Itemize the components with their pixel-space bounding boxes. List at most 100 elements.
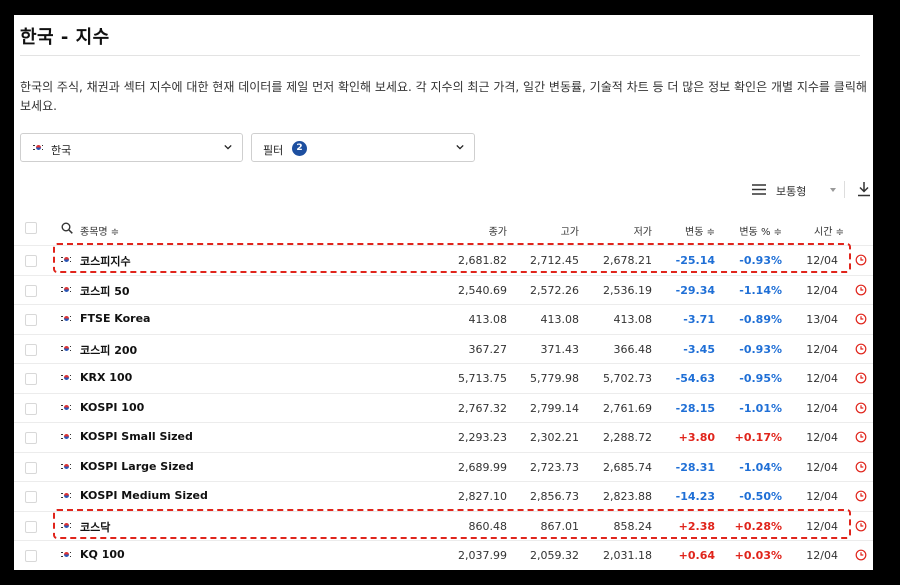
index-name-link[interactable]: 코스닥 bbox=[80, 519, 110, 535]
cell-time: 12/04 bbox=[806, 490, 838, 503]
row-checkbox[interactable] bbox=[25, 461, 37, 474]
index-name-link[interactable]: KOSPI 100 bbox=[80, 401, 144, 414]
cell-time: 12/04 bbox=[806, 254, 838, 267]
cell-close: 2,293.23 bbox=[458, 431, 507, 444]
header-time[interactable]: 시간 ≑ bbox=[790, 223, 844, 238]
cell-change-pct: -1.14% bbox=[739, 283, 782, 297]
table-row[interactable]: KOSPI 100 2,767.32 2,799.14 2,761.69 -28… bbox=[14, 392, 873, 423]
cell-low: 2,761.69 bbox=[603, 401, 652, 415]
table-row[interactable]: 코스닥 860.48 867.01 858.24 +2.38 +0.28% 12… bbox=[14, 510, 873, 541]
download-icon[interactable] bbox=[857, 181, 871, 197]
title-divider bbox=[20, 55, 860, 56]
cell-change: -3.45 bbox=[683, 342, 715, 356]
row-checkbox[interactable] bbox=[25, 284, 37, 297]
select-all-checkbox[interactable] bbox=[25, 222, 37, 234]
header-low[interactable]: 저가 bbox=[580, 223, 652, 238]
row-checkbox[interactable] bbox=[25, 255, 37, 267]
cell-change: -54.63 bbox=[675, 372, 715, 385]
row-checkbox[interactable] bbox=[25, 550, 37, 562]
cell-change: +3.80 bbox=[678, 431, 715, 444]
caret-down-icon bbox=[830, 188, 836, 192]
index-name-link[interactable]: 코스피 50 bbox=[80, 283, 130, 299]
table-row[interactable]: KRX 100 5,713.75 5,779.98 5,702.73 -54.6… bbox=[14, 363, 873, 393]
header-change-pct[interactable]: 변동 % ≑ bbox=[717, 223, 782, 238]
korea-flag-icon bbox=[61, 492, 71, 500]
table-row[interactable]: KOSPI Medium Sized 2,827.10 2,856.73 2,8… bbox=[14, 481, 873, 511]
cell-change: -28.31 bbox=[675, 460, 715, 474]
index-name-link[interactable]: KOSPI Large Sized bbox=[80, 460, 194, 473]
cell-close: 2,540.69 bbox=[458, 283, 507, 297]
header-name[interactable]: 종목명 ≑ bbox=[80, 223, 119, 238]
cell-close: 2,037.99 bbox=[458, 549, 507, 562]
korea-flag-icon bbox=[33, 144, 43, 152]
row-checkbox[interactable] bbox=[25, 343, 37, 356]
cell-low: 2,678.21 bbox=[603, 254, 652, 267]
header-close[interactable]: 종가 bbox=[434, 223, 507, 238]
country-select-label: 한국 bbox=[51, 144, 72, 157]
cell-time: 12/04 bbox=[806, 431, 838, 444]
table-row[interactable]: FTSE Korea 413.08 413.08 413.08 -3.71 -0… bbox=[14, 304, 873, 334]
clock-icon bbox=[855, 461, 867, 472]
index-name-link[interactable]: KRX 100 bbox=[80, 371, 132, 384]
index-name-link[interactable]: 코스피지수 bbox=[80, 253, 131, 269]
clock-icon bbox=[855, 520, 867, 531]
row-checkbox[interactable] bbox=[25, 314, 37, 326]
cell-change: -3.71 bbox=[683, 313, 715, 326]
table-row[interactable]: 코스피 200 367.27 371.43 366.48 -3.45 -0.93… bbox=[14, 333, 873, 364]
search-icon[interactable] bbox=[61, 222, 73, 234]
clock-icon bbox=[855, 343, 867, 354]
cell-time: 12/04 bbox=[806, 342, 838, 356]
cell-high: 413.08 bbox=[540, 313, 580, 326]
cell-change: -28.15 bbox=[675, 401, 715, 415]
country-select[interactable]: 한국 bbox=[20, 133, 243, 162]
cell-change-pct: -0.89% bbox=[739, 313, 782, 326]
cell-change-pct: -0.93% bbox=[739, 342, 782, 356]
cell-change-pct: -0.50% bbox=[739, 490, 782, 503]
cell-high: 5,779.98 bbox=[530, 372, 579, 385]
toolbar-divider bbox=[844, 181, 845, 198]
row-checkbox[interactable] bbox=[25, 491, 37, 503]
index-name-link[interactable]: KOSPI Small Sized bbox=[80, 430, 193, 443]
clock-icon bbox=[855, 490, 867, 502]
korea-flag-icon bbox=[61, 433, 71, 441]
header-change[interactable]: 변동 ≑ bbox=[654, 223, 715, 238]
cell-change: -29.34 bbox=[675, 283, 715, 297]
cell-low: 2,288.72 bbox=[603, 431, 652, 444]
cell-change-pct: +0.28% bbox=[734, 519, 782, 533]
index-name-link[interactable]: FTSE Korea bbox=[80, 312, 150, 325]
cell-low: 2,536.19 bbox=[603, 283, 652, 297]
table-row[interactable]: KOSPI Large Sized 2,689.99 2,723.73 2,68… bbox=[14, 451, 873, 482]
clock-icon bbox=[855, 431, 867, 443]
row-checkbox[interactable] bbox=[25, 402, 37, 415]
cell-high: 2,572.26 bbox=[530, 283, 579, 297]
row-checkbox[interactable] bbox=[25, 373, 37, 385]
cell-high: 371.43 bbox=[540, 342, 580, 356]
cell-change: +0.64 bbox=[678, 549, 715, 562]
table-row[interactable]: KOSPI Small Sized 2,293.23 2,302.21 2,28… bbox=[14, 422, 873, 452]
index-name-link[interactable]: 코스피 200 bbox=[80, 342, 137, 358]
index-name-link[interactable]: KQ 100 bbox=[80, 548, 125, 561]
cell-time: 12/04 bbox=[806, 283, 838, 297]
cell-change-pct: +0.03% bbox=[734, 549, 782, 562]
cell-change-pct: -1.04% bbox=[739, 460, 782, 474]
cell-change: -25.14 bbox=[675, 254, 715, 267]
table-header: 종목명 ≑ 종가 고가 저가 변동 ≑ 변동 % ≑ 시간 ≑ bbox=[14, 218, 873, 242]
index-name-link[interactable]: KOSPI Medium Sized bbox=[80, 489, 208, 502]
table-row[interactable]: KQ 100 2,037.99 2,059.32 2,031.18 +0.64 … bbox=[14, 540, 873, 570]
cell-close: 413.08 bbox=[468, 313, 508, 326]
view-mode-label: 보통형 bbox=[776, 185, 807, 198]
cell-change: +2.38 bbox=[678, 519, 715, 533]
row-checkbox[interactable] bbox=[25, 520, 37, 533]
cell-change-pct: -0.95% bbox=[739, 372, 782, 385]
header-high[interactable]: 고가 bbox=[508, 223, 579, 238]
cell-change: -14.23 bbox=[675, 490, 715, 503]
filter-select[interactable]: 필터 2 bbox=[251, 133, 475, 162]
table-row[interactable]: 코스피 50 2,540.69 2,572.26 2,536.19 -29.34… bbox=[14, 274, 873, 305]
cell-time: 12/04 bbox=[806, 460, 838, 474]
row-checkbox[interactable] bbox=[25, 432, 37, 444]
cell-high: 2,723.73 bbox=[530, 460, 579, 474]
table-row[interactable]: 코스피지수 2,681.82 2,712.45 2,678.21 -25.14 … bbox=[14, 245, 873, 275]
cell-high: 2,302.21 bbox=[530, 431, 579, 444]
clock-icon bbox=[855, 402, 867, 413]
cell-low: 5,702.73 bbox=[603, 372, 652, 385]
